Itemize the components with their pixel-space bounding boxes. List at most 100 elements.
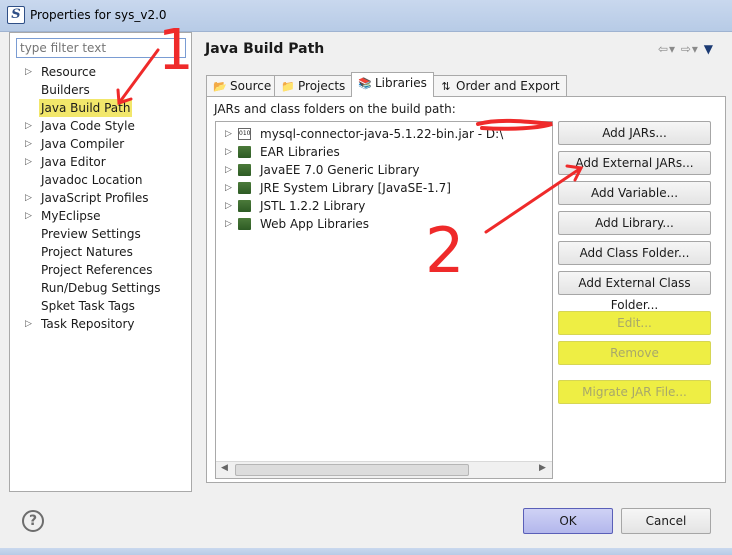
library-name: mysql-connector-java-5.1.22-bin.jar - D:…	[260, 127, 504, 141]
forward-arrow-icon[interactable]: ⇨	[681, 42, 692, 56]
tab-label: Libraries	[375, 76, 427, 90]
libraries-panel: JARs and class folders on the build path…	[206, 96, 726, 483]
tree-item-label: Java Code Style	[41, 119, 135, 133]
build-path-page: Java Build Path ⇦▾ ⇨▾ ▼ 📂 Source 📁 Project…	[199, 32, 732, 492]
view-menu-icon[interactable]: ▼	[704, 42, 714, 56]
migrate-jar-button[interactable]: Migrate JAR File...	[558, 380, 711, 404]
expand-arrow-icon[interactable]: ▷	[25, 117, 35, 135]
add-external-class-folder-button[interactable]: Add External Class Folder...	[558, 271, 711, 312]
order-export-icon: ⇅	[441, 80, 451, 93]
tree-item-label: JavaScript Profiles	[41, 191, 149, 205]
expand-arrow-icon[interactable]: ▷	[25, 207, 35, 225]
source-folder-icon: 📂	[213, 80, 227, 93]
tree-item-label: Project References	[41, 263, 153, 277]
expand-arrow-icon[interactable]: ▷	[225, 179, 232, 197]
add-class-folder-button[interactable]: Add Class Folder...	[558, 241, 711, 265]
expand-arrow-icon[interactable]: ▷	[25, 153, 35, 171]
expand-arrow-icon[interactable]: ▷	[25, 315, 35, 333]
tree-item-preview-settings[interactable]: Preview Settings	[10, 225, 191, 243]
tree-item-java-editor[interactable]: ▷ Java Editor	[10, 153, 191, 171]
add-external-jars-button[interactable]: Add External JARs...	[558, 151, 711, 175]
projects-icon: 📁	[281, 80, 295, 93]
library-name: JRE System Library [JavaSE-1.7]	[260, 181, 451, 195]
library-icon	[238, 146, 251, 158]
scroll-right-icon[interactable]: ▶	[539, 463, 546, 473]
tab-order-and-export[interactable]: ⇅ Order and Export	[432, 75, 567, 96]
tree-item-label: Java Compiler	[41, 137, 125, 151]
annotation-step-2: 2	[425, 214, 465, 287]
tree-item-java-compiler[interactable]: ▷ Java Compiler	[10, 135, 191, 153]
tree-item-run-debug-settings[interactable]: Run/Debug Settings	[10, 279, 191, 297]
expand-arrow-icon[interactable]: ▷	[225, 215, 232, 233]
tree-item-label: Project Natures	[41, 245, 133, 259]
tree-item-label: Builders	[41, 83, 90, 97]
title-bar: S Properties for sys_v2.0	[0, 0, 732, 32]
expand-arrow-icon[interactable]: ▷	[25, 189, 35, 207]
help-icon[interactable]: ?	[22, 510, 44, 532]
add-library-button[interactable]: Add Library...	[558, 211, 711, 235]
window-border	[0, 548, 732, 555]
tree-item-label: Task Repository	[41, 317, 135, 331]
expand-arrow-icon[interactable]: ▷	[225, 197, 232, 215]
page-title: Java Build Path	[205, 41, 325, 57]
expand-arrow-icon[interactable]: ▷	[25, 63, 35, 81]
annotation-step-1: 1	[158, 18, 194, 83]
tab-label: Source	[230, 79, 272, 93]
forward-dropdown-icon[interactable]: ▾	[692, 42, 699, 56]
libraries-icon: 📚	[358, 77, 372, 90]
libraries-caption: JARs and class folders on the build path…	[214, 102, 456, 116]
library-name: Web App Libraries	[260, 217, 370, 231]
library-icon	[238, 182, 251, 194]
expand-arrow-icon[interactable]: ▷	[225, 125, 232, 143]
tab-libraries[interactable]: 📚 Libraries	[351, 72, 434, 97]
library-icon	[238, 164, 251, 176]
scrollbar-thumb[interactable]	[235, 464, 469, 476]
tree-item-label: Java Build Path	[39, 99, 133, 117]
expand-arrow-icon[interactable]: ▷	[225, 143, 232, 161]
cancel-button[interactable]: Cancel	[621, 508, 711, 534]
tab-label: Projects	[298, 79, 346, 93]
library-name: JavaEE 7.0 Generic Library	[260, 163, 420, 177]
library-name: EAR Libraries	[260, 145, 340, 159]
edit-button[interactable]: Edit...	[558, 311, 711, 335]
tree-item-spket-task-tags[interactable]: Spket Task Tags	[10, 297, 191, 315]
jar-icon: 010	[238, 128, 251, 140]
ok-button[interactable]: OK	[523, 508, 613, 534]
eclipse-app-icon: S	[7, 6, 25, 24]
remove-button[interactable]: Remove	[558, 341, 711, 365]
tree-item-label: Java Editor	[41, 155, 106, 169]
tree-item-javadoc-location[interactable]: Javadoc Location	[10, 171, 191, 189]
tree-item-project-references[interactable]: Project References	[10, 261, 191, 279]
scroll-left-icon[interactable]: ◀	[221, 463, 228, 473]
library-tree[interactable]: ▷ 010 mysql-connector-java-5.1.22-bin.ja…	[215, 121, 553, 479]
add-variable-button[interactable]: Add Variable...	[558, 181, 711, 205]
tree-item-project-natures[interactable]: Project Natures	[10, 243, 191, 261]
tree-item-builders[interactable]: Builders	[10, 81, 191, 99]
expand-arrow-icon[interactable]: ▷	[25, 135, 35, 153]
page-navigation: ⇦▾ ⇨▾ ▼	[658, 42, 714, 56]
tab-label: Order and Export	[456, 79, 560, 93]
horizontal-scrollbar[interactable]: ◀ ▶	[216, 461, 552, 478]
tree-item-myeclipse[interactable]: ▷ MyEclipse	[10, 207, 191, 225]
tree-item-label: Preview Settings	[41, 227, 141, 241]
library-name: JSTL 1.2.2 Library	[260, 199, 366, 213]
tree-item-label: Run/Debug Settings	[41, 281, 161, 295]
tree-item-label: Resource	[41, 65, 97, 79]
tab-source[interactable]: 📂 Source	[206, 75, 279, 96]
tab-projects[interactable]: 📁 Projects	[274, 75, 353, 96]
tree-item-task-repository[interactable]: ▷ Task Repository	[10, 315, 191, 333]
back-arrow-icon[interactable]: ⇦	[658, 42, 669, 56]
window-title: Properties for sys_v2.0	[30, 8, 167, 22]
library-icon	[238, 200, 251, 212]
preferences-tree-pane: ▷ Resource Builders Java Build Path ▷ Ja…	[9, 32, 192, 492]
tree-item-javascript-profiles[interactable]: ▷ JavaScript Profiles	[10, 189, 191, 207]
library-icon	[238, 218, 251, 230]
tree-item-java-build-path[interactable]: Java Build Path	[10, 99, 191, 117]
add-jars-button[interactable]: Add JARs...	[558, 121, 711, 145]
tree-item-label: Javadoc Location	[41, 173, 143, 187]
back-dropdown-icon[interactable]: ▾	[669, 42, 676, 56]
tree-item-java-code-style[interactable]: ▷ Java Code Style	[10, 117, 191, 135]
tree-item-label: MyEclipse	[41, 209, 101, 223]
expand-arrow-icon[interactable]: ▷	[225, 161, 232, 179]
tree-item-label: Spket Task Tags	[41, 299, 135, 313]
